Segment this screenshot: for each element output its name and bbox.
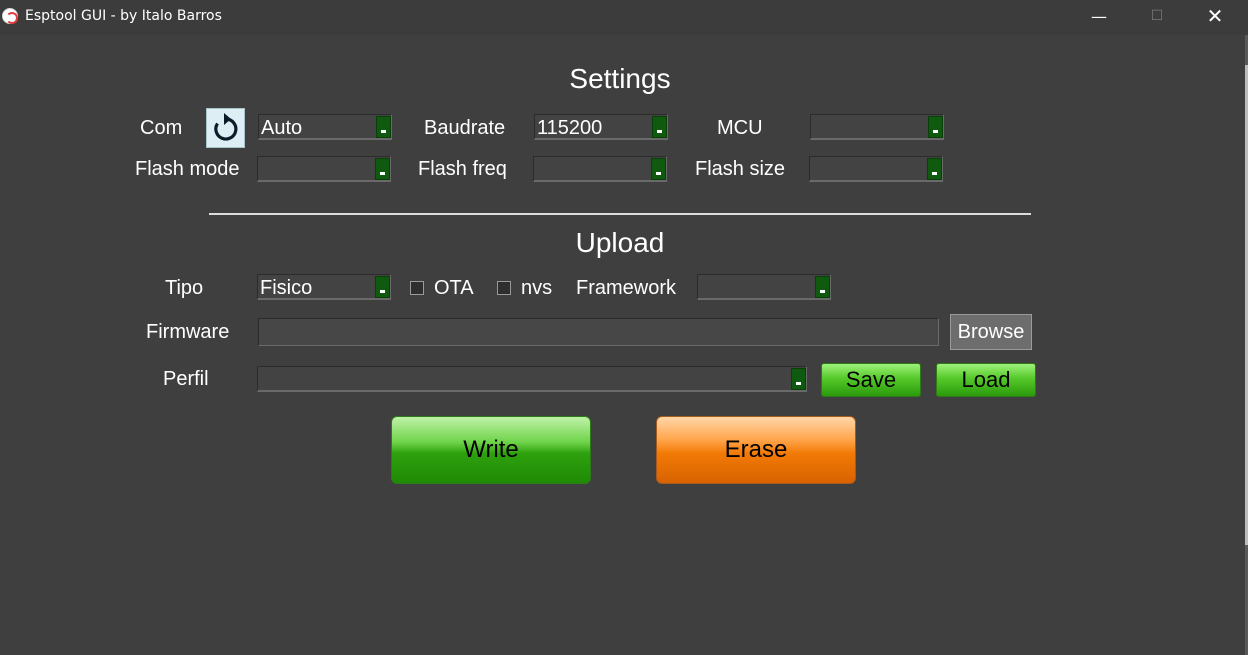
framework-dropdown[interactable] — [697, 274, 831, 300]
refresh-ports-button[interactable] — [206, 108, 245, 148]
dropdown-arrow-icon[interactable] — [651, 158, 666, 180]
mcu-dropdown[interactable] — [810, 114, 944, 140]
title-bar: Esptool GUI - by Italo Barros — ☐ ✕ — [0, 0, 1248, 35]
browse-button[interactable]: Browse — [950, 314, 1032, 350]
firmware-label: Firmware — [146, 321, 230, 343]
baudrate-value: 115200 — [537, 117, 603, 139]
flash-mode-label: Flash mode — [135, 158, 240, 180]
tipo-dropdown[interactable]: Fisico — [257, 274, 391, 300]
dropdown-arrow-icon[interactable] — [376, 116, 391, 138]
close-button[interactable]: ✕ — [1186, 0, 1244, 34]
framework-label: Framework — [576, 277, 677, 299]
dropdown-arrow-icon[interactable] — [927, 158, 942, 180]
load-profile-button[interactable]: Load — [936, 363, 1036, 397]
ota-label: OTA — [434, 277, 474, 299]
nvs-label: nvs — [521, 277, 553, 299]
flash-freq-dropdown[interactable] — [533, 156, 667, 182]
flash-mode-dropdown[interactable] — [257, 156, 391, 182]
flash-size-label: Flash size — [695, 158, 786, 180]
dropdown-arrow-icon[interactable] — [815, 276, 830, 298]
flash-size-dropdown[interactable] — [809, 156, 943, 182]
dropdown-arrow-icon[interactable] — [652, 116, 667, 138]
perfil-label: Perfil — [163, 368, 209, 390]
com-dropdown[interactable]: Auto — [258, 114, 392, 140]
tipo-value: Fisico — [260, 277, 313, 299]
refresh-icon — [213, 113, 237, 141]
settings-heading: Settings — [569, 63, 671, 94]
minimize-button[interactable]: — — [1070, 0, 1128, 34]
section-divider — [209, 213, 1031, 215]
maximize-button[interactable]: ☐ — [1128, 0, 1186, 34]
write-button[interactable]: Write — [391, 416, 591, 484]
mcu-label: MCU — [717, 117, 763, 139]
dropdown-arrow-icon[interactable] — [928, 116, 943, 138]
nvs-checkbox[interactable] — [497, 281, 511, 295]
app-logo-icon — [2, 8, 18, 24]
com-value: Auto — [261, 117, 303, 139]
baudrate-label: Baudrate — [424, 117, 506, 139]
firmware-path-input[interactable] — [258, 318, 939, 346]
perfil-dropdown[interactable] — [257, 366, 807, 392]
window-title: Esptool GUI - by Italo Barros — [25, 8, 222, 24]
erase-button[interactable]: Erase — [656, 416, 856, 484]
flash-freq-label: Flash freq — [418, 158, 507, 180]
com-label: Com — [140, 117, 183, 139]
tipo-label: Tipo — [165, 277, 204, 299]
baudrate-dropdown[interactable]: 115200 — [534, 114, 668, 140]
ota-checkbox[interactable] — [410, 281, 424, 295]
dropdown-arrow-icon[interactable] — [791, 368, 806, 390]
upload-heading: Upload — [575, 227, 665, 258]
dropdown-arrow-icon[interactable] — [375, 276, 390, 298]
save-profile-button[interactable]: Save — [821, 363, 921, 397]
dropdown-arrow-icon[interactable] — [375, 158, 390, 180]
